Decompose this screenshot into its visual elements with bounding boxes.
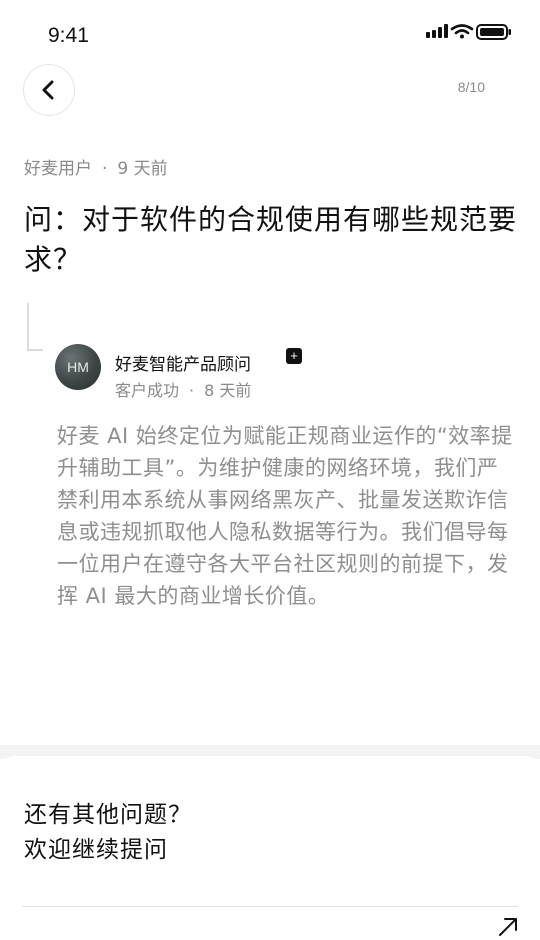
answer-meta: 客户成功 · 8 天前 (115, 377, 251, 401)
question-title: 问：对于软件的合规使用有哪些规范要求？ (24, 203, 518, 276)
meta-separator: · (102, 159, 108, 179)
signal-icon (426, 24, 448, 38)
wifi-icon (450, 24, 474, 39)
answer-role: 客户成功 (115, 381, 180, 400)
quote-bracket (27, 303, 43, 351)
ask-more-subtitle: 欢迎继续提问 (24, 837, 168, 863)
plus-badge: + (286, 348, 302, 364)
arrow-up-right-icon (499, 918, 517, 936)
status-time: 9:41 (48, 24, 89, 47)
question-time: 9 天前 (117, 159, 168, 179)
avatar[interactable]: HM (55, 344, 101, 390)
answer-time: 8 天前 (204, 381, 252, 400)
answer-author: 好麦智能产品顾问 (115, 355, 251, 375)
ask-more-button[interactable] (496, 916, 520, 936)
answer-body: 好麦 AI 始终定位为赋能正规商业运作的“效率提升辅助工具”。为维护健康的网络环… (57, 424, 513, 608)
question-meta: 好麦用户 · 9 天前 (24, 154, 168, 179)
question-author: 好麦用户 (24, 159, 92, 179)
status-bar: 9:41 (0, 0, 540, 60)
back-button[interactable] (23, 64, 75, 116)
avatar-initials: HM (67, 359, 89, 375)
chevron-left-icon (42, 80, 54, 100)
battery-icon (476, 24, 511, 40)
footer-divider (22, 906, 518, 907)
meta-separator: · (189, 381, 195, 400)
page-indicator: 8/10 (457, 79, 485, 95)
ask-more-title: 还有其他问题？ (24, 802, 192, 828)
status-icons (422, 20, 522, 44)
